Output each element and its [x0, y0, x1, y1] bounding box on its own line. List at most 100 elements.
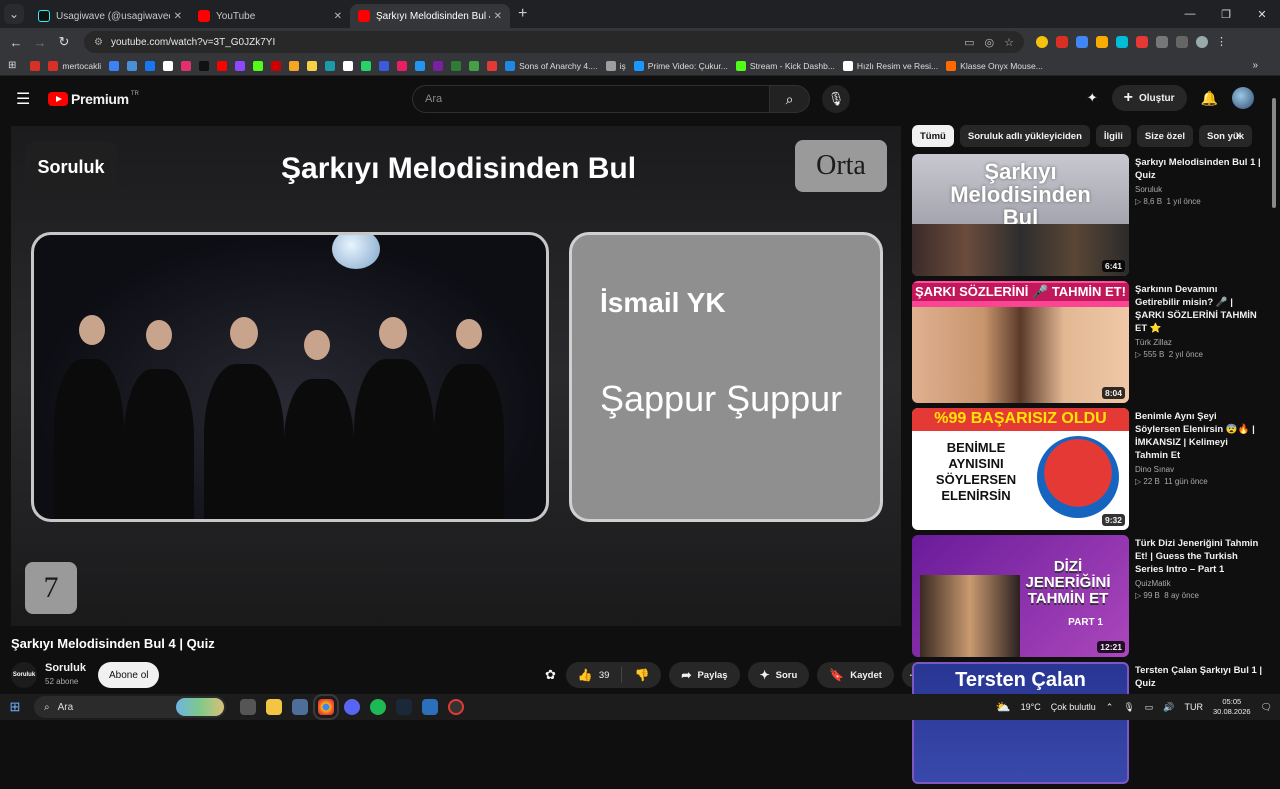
recommendation-title[interactable]: Benimle Aynı Şeyi Söylersen Elenirsin 😨🔥… [1135, 410, 1263, 462]
star-icon[interactable]: ☆ [1004, 36, 1014, 49]
video-thumbnail[interactable]: Şarkıyı Melodisinden Bul 6:41 [912, 154, 1129, 276]
extension-icon[interactable] [1136, 36, 1148, 48]
video-player[interactable]: Soruluk Şarkıyı Melodisinden Bul Orta İs… [11, 126, 901, 626]
bookmark-item[interactable]: Sons of Anarchy 4.... [505, 60, 598, 71]
discord-icon[interactable] [344, 699, 360, 715]
menu-icon[interactable]: ☰ [16, 89, 34, 109]
bookmark-item[interactable]: Klasse Onyx Mouse... [946, 60, 1043, 71]
sparkle-ai-icon[interactable]: ✿ [545, 667, 556, 683]
tab-search-button[interactable]: ⌄ [4, 4, 24, 24]
language-indicator[interactable]: TUR [1185, 702, 1204, 712]
close-icon[interactable]: ✕ [174, 11, 182, 22]
windows-start-icon[interactable]: ⊞ [0, 699, 30, 715]
gemini-sparkle-icon[interactable]: ✦ [1087, 90, 1098, 106]
bookmark-item[interactable] [343, 60, 354, 71]
ask-button[interactable]: ✦ Soru [747, 662, 810, 688]
bookmark-item[interactable] [397, 60, 408, 71]
recommendation-channel[interactable]: Türk Zillaz [1135, 338, 1263, 347]
recorder-icon[interactable] [448, 699, 464, 715]
spotify-icon[interactable] [370, 699, 386, 715]
bookmark-item[interactable] [30, 60, 41, 71]
recommendation-title[interactable]: Şarkıyı Melodisinden Bul 1 | Quiz [1135, 156, 1263, 182]
recommendation-title[interactable]: Tersten Çalan Şarkıyı Bul 1 | Quiz [1135, 664, 1263, 690]
bookmark-item[interactable] [181, 60, 192, 71]
notifications-bell-icon[interactable]: 🔔 [1201, 90, 1218, 107]
bookmark-item[interactable] [163, 60, 174, 71]
forward-icon[interactable]: → [28, 35, 52, 50]
steam-icon[interactable] [396, 699, 412, 715]
recommendation-item[interactable]: DİZİ JENERİĞİNİ TAHMİN ET PART 1 12:21 T… [912, 535, 1264, 662]
minimize-icon[interactable]: — [1172, 0, 1208, 28]
bookmark-item[interactable] [289, 60, 300, 71]
file-explorer-icon[interactable] [266, 699, 282, 715]
bookmark-item[interactable] [415, 60, 426, 71]
recommendation-channel[interactable]: Soruluk [1135, 185, 1263, 194]
reading-list-icon[interactable] [1176, 36, 1188, 48]
bookmark-item[interactable] [307, 60, 318, 71]
page-scrollbar[interactable] [1271, 90, 1277, 690]
app-icon[interactable] [422, 699, 438, 715]
channel-avatar[interactable]: Soruluk [11, 662, 37, 688]
chip-recently-uploaded[interactable]: Son yük [1199, 125, 1252, 147]
voice-search-button[interactable]: 🎙 [822, 85, 850, 113]
new-tab-icon[interactable]: + [518, 5, 527, 23]
recommendation-item[interactable]: %99 BAŞARISIZ OLDU BENİMLE AYNISINI SÖYL… [912, 408, 1264, 535]
bookmark-item[interactable] [235, 60, 246, 71]
browser-tab-2[interactable]: YouTube ✕ [190, 4, 350, 28]
chip-related[interactable]: İlgili [1095, 125, 1131, 147]
notifications-icon[interactable]: 🗨 [1261, 702, 1272, 713]
bookmark-item[interactable] [379, 60, 390, 71]
extension-icon[interactable] [1116, 36, 1128, 48]
eye-off-icon[interactable]: ◎ [985, 36, 995, 49]
bookmark-item[interactable] [433, 60, 444, 71]
bookmark-item[interactable] [325, 60, 336, 71]
search-button[interactable]: ⌕ [770, 85, 810, 113]
browser-tab-3[interactable]: Şarkıyı Melodisinden Bul 4 | Qui ✕ [350, 4, 510, 28]
url-field[interactable]: ⚙ youtube.com/watch?v=3T_G0JZk7YI ▭ ◎ ☆ [84, 31, 1024, 53]
recommendation-channel[interactable]: Dino Sınav [1135, 465, 1263, 474]
chip-all[interactable]: Tümü [912, 125, 954, 147]
restore-icon[interactable]: ❐ [1208, 0, 1244, 28]
bookmark-item[interactable] [217, 60, 228, 71]
recommendation-channel[interactable]: QuizMatik [1135, 579, 1263, 588]
bookmark-item[interactable] [451, 60, 462, 71]
close-icon[interactable]: ✕ [334, 11, 342, 22]
close-window-icon[interactable]: ✕ [1244, 0, 1280, 28]
bookmark-item[interactable] [271, 60, 282, 71]
recommendation-title[interactable]: Şarkının Devamını Getirebilir misin? 🎤 |… [1135, 283, 1263, 335]
dislike-button[interactable]: 👎 [622, 668, 661, 682]
puzzle-icon[interactable] [1156, 36, 1168, 48]
bookmark-item[interactable]: iş [605, 60, 626, 71]
bookmarks-overflow-icon[interactable]: » [1252, 60, 1258, 71]
chevron-right-icon[interactable]: › [1236, 128, 1240, 142]
profile-icon[interactable] [1196, 36, 1208, 48]
video-thumbnail[interactable]: DİZİ JENERİĞİNİ TAHMİN ET PART 1 12:21 [912, 535, 1129, 657]
save-button[interactable]: 🔖 Kaydet [817, 662, 894, 688]
back-icon[interactable]: ← [4, 35, 28, 50]
scrollbar-thumb[interactable] [1272, 98, 1276, 208]
recommendation-item[interactable]: Tersten Çalan Tersten Çalan Şarkıyı Bul … [912, 662, 1264, 789]
video-thumbnail[interactable]: Tersten Çalan [912, 662, 1129, 784]
bookmark-item[interactable] [109, 60, 120, 71]
share-button[interactable]: ➦ Paylaş [669, 662, 740, 688]
bookmark-item[interactable] [253, 60, 264, 71]
bookmark-item[interactable]: Stream - Kick Dashb... [735, 60, 835, 71]
browser-tab-1[interactable]: Usagiwave (@usagiwavee) | Tik ✕ [30, 4, 190, 28]
search-input[interactable]: Ara [412, 85, 770, 113]
avatar[interactable] [1232, 87, 1254, 109]
channel-name[interactable]: Soruluk [45, 662, 86, 674]
like-button[interactable]: 👍 39 [566, 667, 623, 683]
bookmark-item[interactable] [145, 60, 156, 71]
extension-icon[interactable] [1096, 36, 1108, 48]
video-thumbnail[interactable]: ŞARKI SÖZLERİNİ 🎤 TAHMİN ET! 8:04 [912, 281, 1129, 403]
bookmark-item[interactable]: Prime Video: Çukur... [633, 60, 728, 71]
volume-icon[interactable]: 🔊 [1163, 702, 1174, 713]
create-button[interactable]: + Oluştur [1111, 85, 1187, 111]
close-icon[interactable]: ✕ [494, 11, 502, 22]
subscribe-button[interactable]: Abone ol [98, 662, 160, 688]
bookmark-item[interactable] [469, 60, 480, 71]
chevron-up-icon[interactable]: ⌃ [1106, 702, 1114, 713]
task-view-icon[interactable] [240, 699, 256, 715]
bookmark-item[interactable]: mertocakli [48, 60, 101, 71]
clock[interactable]: 05:05 30.08.2026 [1213, 697, 1251, 717]
